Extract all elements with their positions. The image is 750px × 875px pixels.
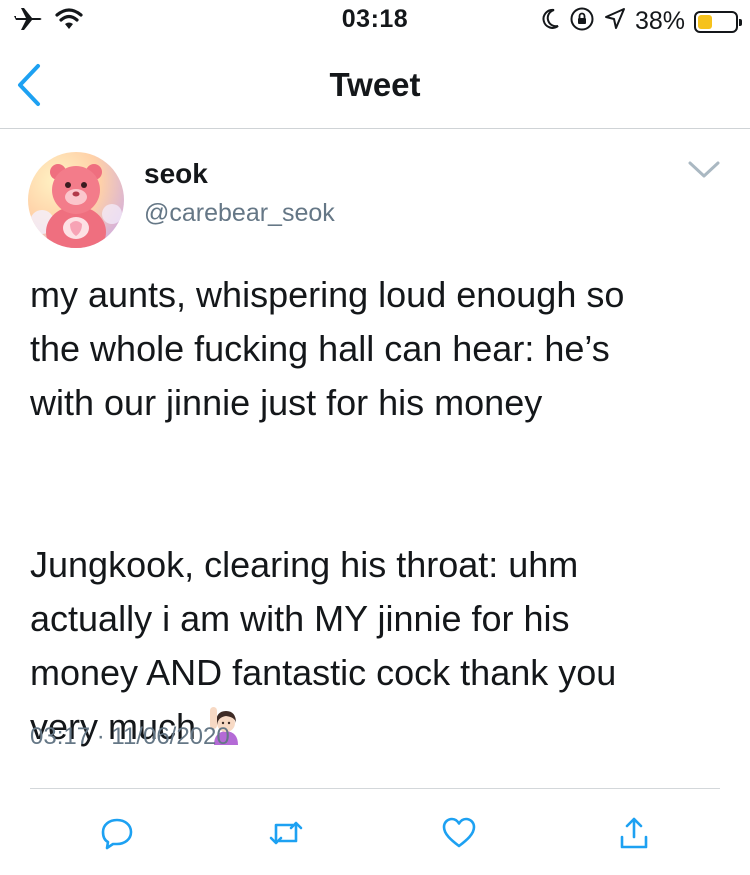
tweet-actions (0, 806, 750, 856)
share-icon (620, 817, 648, 849)
rotation-lock-icon (569, 6, 595, 37)
battery-fill (698, 14, 712, 29)
share-button[interactable] (613, 812, 655, 854)
reply-button[interactable] (96, 812, 138, 854)
status-bar: 03:18 38% (0, 0, 750, 40)
user-handle[interactable]: @carebear_seok (144, 199, 335, 228)
tweet-text-content: my aunts, whispering loud enough so the … (30, 274, 625, 747)
retweet-icon (269, 821, 303, 845)
chevron-down-icon (688, 161, 720, 178)
like-icon (442, 817, 476, 848)
nav-bar: Tweet (0, 40, 750, 129)
divider (30, 788, 720, 789)
battery-icon (694, 10, 742, 33)
retweet-button[interactable] (265, 812, 307, 854)
status-right: 38% (540, 6, 742, 37)
battery-tip (739, 18, 742, 26)
tweet-timestamp: 03:17 · 11/06/2020 (30, 723, 230, 750)
tweet-options-button[interactable] (684, 158, 724, 182)
avatar[interactable] (28, 152, 124, 248)
reply-icon (101, 818, 133, 850)
display-name[interactable]: seok (144, 158, 208, 190)
battery-percent: 38% (634, 7, 685, 35)
moon-icon (540, 7, 560, 36)
page-title: Tweet (329, 66, 421, 103)
like-button[interactable] (438, 812, 480, 854)
tweet-text: my aunts, whispering loud enough so the … (30, 268, 730, 760)
location-icon (604, 7, 626, 36)
